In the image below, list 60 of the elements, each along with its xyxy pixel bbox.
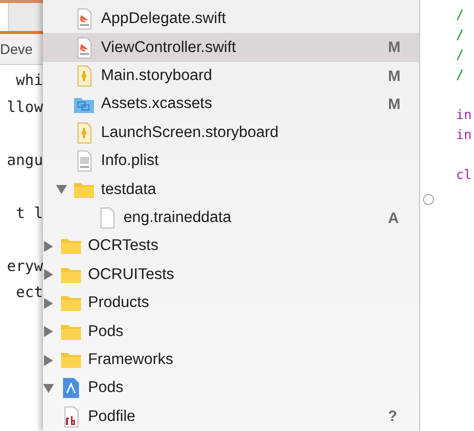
file-name: eng.traineddata <box>124 209 232 228</box>
file-row[interactable]: OCRTests <box>43 232 419 261</box>
collapse-triangle-icon[interactable] <box>43 382 54 394</box>
expand-triangle-icon[interactable] <box>43 354 54 366</box>
file-name: Pods <box>88 322 124 341</box>
file-row[interactable]: Pods <box>43 317 419 346</box>
file-row[interactable]: Podfile ? <box>43 402 419 431</box>
code-line: / <box>456 47 465 65</box>
source-control-status: M <box>388 96 400 113</box>
file-name: AppDelegate.swift <box>101 10 226 28</box>
file-row[interactable]: LaunchScreen.storyboard <box>43 118 419 148</box>
file-row[interactable]: Pods <box>43 374 419 403</box>
code-line: t l <box>16 202 43 224</box>
code-line: in <box>456 127 473 145</box>
file-row[interactable]: Main.storyboard M <box>43 62 419 90</box>
code-line: in <box>456 107 473 125</box>
file-row[interactable]: eng.traineddata A <box>43 204 419 232</box>
file-row[interactable]: testdata <box>43 175 419 204</box>
file-row[interactable]: ViewController.swift M <box>43 33 419 62</box>
source-control-status: A <box>388 210 399 227</box>
resize-handle[interactable] <box>423 194 434 205</box>
expand-triangle-icon[interactable] <box>43 298 54 309</box>
file-row[interactable]: AppDelegate.swift <box>43 5 419 34</box>
expand-triangle-icon[interactable] <box>43 326 54 338</box>
code-line: cl <box>456 167 473 185</box>
source-control-status: M <box>388 68 400 85</box>
code-line: / <box>456 67 465 85</box>
file-row[interactable]: Assets.xcassets M <box>43 90 419 119</box>
file-name: OCRUITests <box>88 266 174 284</box>
expand-triangle-icon[interactable] <box>43 240 54 252</box>
collapse-triangle-icon[interactable] <box>56 184 67 196</box>
code-line: angu <box>6 150 43 170</box>
file-name: Products <box>88 294 150 312</box>
file-name: Main.storyboard <box>101 67 212 86</box>
file-row[interactable]: Info.plist <box>43 147 419 176</box>
project-icon <box>60 377 82 400</box>
file-name: Frameworks <box>88 351 174 370</box>
tab-indicator <box>0 31 43 34</box>
source-control-status: ? <box>388 408 398 426</box>
code-line: ect <box>16 282 43 303</box>
code-line: eryw <box>6 256 43 276</box>
file-name: testdata <box>101 180 156 199</box>
file-row[interactable]: Frameworks <box>43 346 419 374</box>
file-name: Assets.xcassets <box>101 95 212 114</box>
code-line: whi <box>16 70 43 91</box>
source-control-status: M <box>388 39 400 56</box>
file-name: OCRTests <box>88 237 158 256</box>
file-name: Podfile <box>88 408 136 426</box>
title-bar <box>0 0 43 3</box>
expand-triangle-icon[interactable] <box>43 269 54 280</box>
file-name: Pods <box>88 379 124 398</box>
code-line: llow <box>6 96 43 118</box>
file-name: ViewController.swift <box>101 38 236 57</box>
file-name: Info.plist <box>101 152 159 170</box>
code-line: / <box>456 27 465 45</box>
file-row[interactable]: OCRUITests <box>43 260 419 290</box>
tab-title[interactable]: Deve <box>0 41 33 57</box>
code-line: / <box>456 7 465 25</box>
file-row[interactable]: Products <box>43 289 419 318</box>
file-name: LaunchScreen.storyboard <box>101 124 279 142</box>
